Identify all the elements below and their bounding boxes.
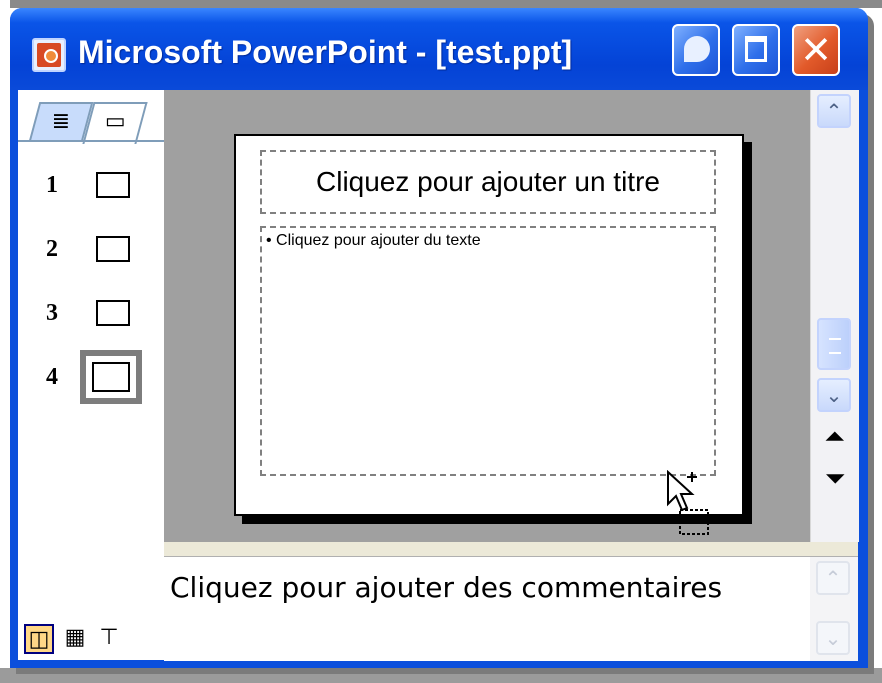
notes-scrollbar[interactable]: ⌃ ⌄ [810, 557, 858, 661]
minimize-button[interactable] [672, 24, 720, 76]
chevron-up-icon: ⌃ [824, 566, 842, 590]
slide-thumbnail-2[interactable]: 2 [18, 226, 164, 276]
slide-thumbnail-1[interactable]: 1 [18, 162, 164, 212]
scroll-down-button[interactable]: ⌄ [817, 378, 851, 412]
client-area: ≣ ▭ 1 2 3 4 ◫ ▦ ⊤ Cliquez pour ajouter u… [18, 90, 859, 661]
slide-number: 2 [46, 236, 58, 262]
slide-number: 4 [46, 364, 58, 390]
chevron-down-icon: ⌄ [825, 383, 843, 407]
normal-view-button[interactable]: ◫ [24, 624, 54, 654]
slide-sorter-view-button[interactable]: ▦ [60, 624, 90, 654]
close-icon: ✕ [800, 28, 832, 72]
notes-scroll-down-button[interactable]: ⌄ [816, 621, 850, 655]
slide-show-icon: ⊤ [99, 625, 119, 650]
slide-sorter-icon: ▦ [64, 625, 86, 650]
powerpoint-window: Microsoft PowerPoint - [test.ppt] ✕ ≣ ▭ [10, 8, 868, 668]
maximize-icon [745, 36, 767, 62]
slide-number: 1 [46, 172, 58, 198]
slide-thumbnail-image [92, 362, 130, 392]
slide-thumbnail-image [96, 300, 130, 326]
double-up-arrow-icon: ⏶ [824, 422, 846, 452]
view-buttons-bar: ◫ ▦ ⊤ [18, 618, 164, 660]
scroll-up-button[interactable]: ⌃ [817, 94, 851, 128]
title-placeholder[interactable]: Cliquez pour ajouter un titre [260, 150, 716, 214]
notes-pane[interactable]: Cliquez pour ajouter des commentaires ⌃ … [164, 556, 858, 661]
slide-thumbnail-image [96, 172, 130, 198]
notes-scroll-up-button[interactable]: ⌃ [816, 561, 850, 595]
slide-canvas[interactable]: Cliquez pour ajouter un titre • Cliquez … [234, 134, 744, 535]
notes-splitter[interactable] [164, 542, 858, 556]
normal-view-icon: ◫ [28, 627, 50, 652]
powerpoint-app-icon[interactable] [32, 38, 66, 72]
outline-icon: ≣ [51, 109, 71, 134]
desktop-background [0, 0, 882, 8]
slides-pane: ≣ ▭ 1 2 3 4 ◫ ▦ ⊤ [18, 90, 165, 660]
chevron-up-icon: ⌃ [825, 99, 843, 123]
tab-divider [18, 140, 164, 142]
desktop-background-bottom [0, 668, 882, 683]
slides-icon: ▭ [104, 109, 126, 134]
double-down-arrow-icon: ⏷ [824, 464, 846, 494]
maximize-button[interactable] [732, 24, 780, 76]
vertical-scrollbar[interactable]: ⌃ ⌄ ⏶ ⏷ [810, 90, 859, 542]
tab-slides[interactable]: ▭ [82, 102, 148, 144]
minimize-icon [684, 36, 710, 62]
close-button[interactable]: ✕ [792, 24, 840, 76]
body-placeholder-text: • Cliquez pour ajouter du texte [266, 232, 481, 249]
move-cursor-icon [667, 470, 709, 535]
notes-placeholder: Cliquez pour ajouter des commentaires [170, 571, 723, 604]
slide-number: 3 [46, 300, 58, 326]
next-slide-button[interactable]: ⏷ [815, 462, 855, 498]
slide-workspace: Cliquez pour ajouter un titre • Cliquez … [164, 90, 810, 542]
scrollbar-thumb[interactable] [817, 318, 851, 370]
previous-slide-button[interactable]: ⏶ [815, 420, 855, 456]
slide-thumbnail-4[interactable]: 4 [18, 350, 164, 404]
chevron-down-icon: ⌄ [824, 626, 842, 650]
title-bar[interactable]: Microsoft PowerPoint - [test.ppt] ✕ [10, 8, 868, 90]
slide-thumbnail-3[interactable]: 3 [18, 290, 164, 340]
powerpoint-logo-icon [37, 43, 61, 67]
slide-show-button[interactable]: ⊤ [94, 624, 124, 654]
window-title: Microsoft PowerPoint - [test.ppt] [78, 34, 573, 70]
desktop-background-left [0, 0, 10, 683]
pane-tabs: ≣ ▭ [20, 94, 162, 144]
body-placeholder[interactable]: • Cliquez pour ajouter du texte [260, 226, 716, 535]
slide-thumbnail-image [96, 236, 130, 262]
